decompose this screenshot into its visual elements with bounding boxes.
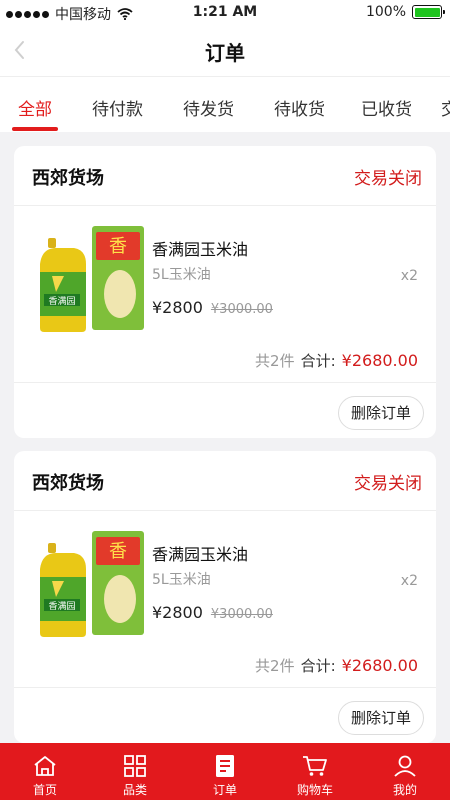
nav-bar: 订单 [0, 24, 450, 76]
tabbar-category[interactable]: 品类 [90, 743, 180, 800]
order-card-header: 西郊货场 交易关闭 [14, 146, 436, 206]
delete-order-button[interactable]: 删除订单 [337, 396, 424, 430]
order-status: 交易关闭 [354, 474, 422, 494]
battery-icon [412, 5, 445, 19]
shop-name[interactable]: 西郊货场 [32, 469, 104, 495]
order-card[interactable]: 西郊货场 交易关闭 香 香满园 香满园玉米油 5L玉米油 x2 ¥2800 ¥3… [14, 451, 436, 743]
tab-received[interactable]: 已收货 [361, 95, 412, 120]
product-spec: 5L玉米油 [152, 267, 211, 283]
svg-text:香满园: 香满园 [48, 601, 75, 612]
svg-text:香满园: 香满园 [48, 296, 75, 307]
product-price-row: ¥2800 ¥3000.00 [152, 603, 273, 622]
tab-pending-payment[interactable]: 待付款 [92, 95, 143, 120]
tabbar-orders-label: 订单 [212, 783, 237, 797]
order-card[interactable]: 西郊货场 交易关闭 香 香满园 香满园玉米油 5L玉米油 x2 ¥2800 ¥3… [14, 146, 436, 438]
product-price-row: ¥2800 ¥3000.00 [152, 298, 273, 317]
status-right: 100% [365, 4, 445, 20]
active-tab-indicator [12, 127, 58, 131]
delete-order-button[interactable]: 删除订单 [337, 701, 424, 735]
cart-icon [303, 756, 327, 776]
tabbar-cart-label: 购物车 [296, 783, 333, 797]
tabbar-profile[interactable]: 我的 [360, 743, 450, 800]
divider [14, 382, 436, 383]
total-label: 合计: [300, 657, 336, 675]
order-total: ¥2680.00 [341, 351, 418, 370]
order-summary: 共2件 合计: ¥2680.00 [255, 655, 418, 676]
order-list-icon [216, 755, 234, 777]
product-quantity: x2 [400, 573, 418, 589]
original-price: ¥3000.00 [210, 302, 273, 317]
grid-icon [124, 755, 146, 777]
tabbar-home-label: 首页 [32, 783, 57, 797]
tabbar-orders[interactable]: 订单 [180, 743, 270, 800]
order-summary: 共2件 合计: ¥2680.00 [255, 350, 418, 371]
tabbar-cart[interactable]: 购物车 [270, 743, 360, 800]
battery-percent: 100% [365, 4, 406, 20]
product-image[interactable]: 香 香满园 [34, 529, 146, 639]
product-name[interactable]: 香满园玉米油 [152, 236, 248, 260]
divider [14, 687, 436, 688]
product-price: ¥2800 [152, 298, 203, 317]
total-label: 合计: [300, 352, 336, 370]
original-price: ¥3000.00 [210, 607, 273, 622]
tabbar-home[interactable]: 首页 [0, 743, 90, 800]
user-icon [394, 755, 416, 777]
order-status: 交易关闭 [354, 169, 422, 189]
battery-fill [414, 7, 440, 17]
home-icon [34, 756, 56, 776]
tabbar-profile-label: 我的 [392, 783, 417, 797]
tab-pending-shipment[interactable]: 待发货 [183, 95, 234, 120]
tab-pending-receipt[interactable]: 待收货 [274, 95, 325, 120]
item-count: 共2件 [255, 657, 295, 675]
order-filter-tabs: 全部 待付款 待发货 待收货 已收货 交 [0, 76, 450, 132]
bottom-tab-bar: 首页 品类 订单 购物车 我的 [0, 743, 450, 800]
product-price: ¥2800 [152, 603, 203, 622]
tab-all[interactable]: 全部 [18, 95, 52, 120]
shop-name[interactable]: 西郊货场 [32, 164, 104, 190]
product-spec: 5L玉米油 [152, 572, 211, 588]
order-card-header: 西郊货场 交易关闭 [14, 451, 436, 511]
product-image[interactable]: 香 香满园 [34, 224, 146, 334]
product-quantity: x2 [400, 268, 418, 284]
status-bar: 中国移动 1:21 AM 100% [0, 0, 450, 24]
page-title: 订单 [205, 41, 245, 65]
svg-text:香: 香 [109, 236, 127, 257]
item-count: 共2件 [255, 352, 295, 370]
product-name[interactable]: 香满园玉米油 [152, 541, 248, 565]
svg-text:香: 香 [109, 541, 127, 562]
order-total: ¥2680.00 [341, 656, 418, 675]
tab-more[interactable]: 交 [441, 95, 450, 120]
tabbar-category-label: 品类 [122, 783, 147, 797]
